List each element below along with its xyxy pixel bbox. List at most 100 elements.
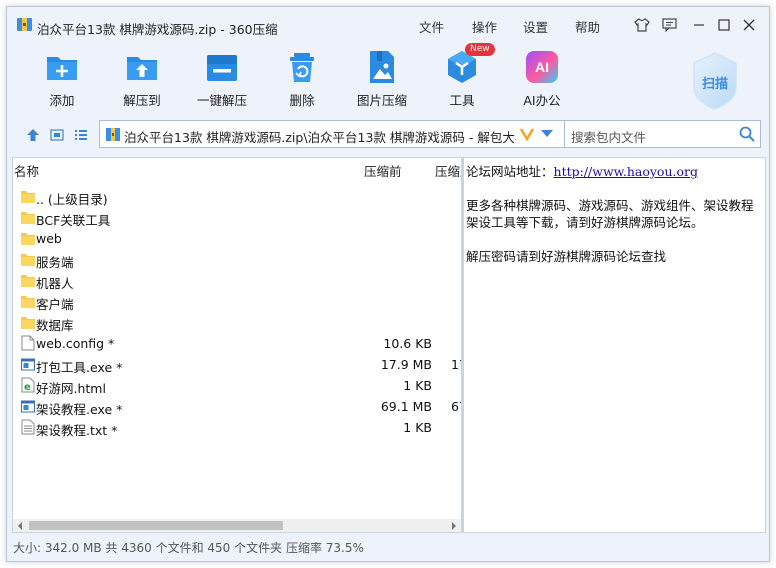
scroll-right-icon[interactable] (447, 519, 461, 532)
delete-label: 删除 (289, 93, 315, 108)
tools-button[interactable]: 工具 (422, 49, 502, 109)
file-row[interactable]: 客户端 (13, 291, 461, 312)
add-label: 添加 (49, 93, 75, 108)
close-icon[interactable] (740, 16, 758, 34)
scroll-left-icon[interactable] (13, 519, 27, 532)
window-title: 泊众平台13款 棋牌游戏源码.zip - 360压缩 (37, 22, 278, 37)
scan-label: 扫描 (701, 77, 728, 92)
file-row[interactable]: 服务端 (13, 249, 461, 270)
horizontal-scrollbar[interactable] (13, 519, 461, 532)
menu-file[interactable]: 文件 (419, 17, 444, 36)
delete-icon (290, 53, 314, 82)
add-icon (47, 57, 77, 80)
file-row[interactable]: 架设教程.exe * 69.1 MB 67 (13, 396, 461, 417)
file-name: 架设教程.txt * (36, 423, 118, 438)
file-row[interactable]: .. (上级目录) (13, 186, 461, 207)
skin-icon[interactable] (633, 16, 651, 34)
search-box[interactable]: 搜索包内文件 (565, 120, 761, 148)
one-click-extract-label: 一键解压 (196, 93, 247, 108)
ai-office-icon: AI (526, 51, 558, 83)
file-size: 69.1 MB (380, 399, 432, 414)
forum-link[interactable]: http://www.haoyou.org (554, 164, 698, 179)
title-bar: 泊众平台13款 棋牌游戏源码.zip - 360压缩 文件 操作 设置 帮助 (7, 7, 769, 41)
up-level-icon[interactable] (23, 125, 43, 145)
scan-button[interactable]: 扫描 (690, 51, 740, 111)
menu-settings[interactable]: 设置 (523, 17, 548, 36)
add-button[interactable]: 添加 (22, 49, 102, 109)
comment-pane: 论坛网站地址：http://www.haoyou.org 更多各种棋牌源码、游戏… (462, 157, 766, 533)
list-view-icon[interactable] (71, 125, 91, 145)
file-name: 架设教程.exe * (36, 402, 123, 417)
address-path: 泊众平台13款 棋牌游戏源码.zip\泊众平台13款 棋牌游戏源码 - 解包大小 (124, 130, 516, 145)
column-packed[interactable]: 压缩后 (435, 161, 461, 180)
column-size[interactable]: 压缩前 (364, 161, 402, 180)
column-name[interactable]: 名称 (14, 161, 39, 180)
extract-to-icon (127, 57, 157, 80)
file-name: 客户端 (36, 297, 74, 312)
menu-help[interactable]: 帮助 (575, 17, 600, 36)
file-packed-size: 67 (451, 399, 461, 414)
comment-line-4: 解压密码请到好游棋牌源码论坛查找 (466, 249, 667, 264)
extract-to-button[interactable]: 解压到 (102, 49, 182, 109)
sort-chevron-icon[interactable] (520, 125, 534, 143)
file-row[interactable]: BCF关联工具 (13, 207, 461, 228)
app-logo-icon (17, 18, 32, 31)
folder-icon (21, 272, 35, 288)
menu-operate[interactable]: 操作 (472, 17, 497, 36)
search-icon[interactable] (739, 126, 755, 142)
comment-site-label: 论坛网站地址： (466, 164, 554, 179)
file-row[interactable]: e 好游网.html 1 KB (13, 375, 461, 396)
minimize-icon[interactable] (690, 16, 708, 34)
maximize-icon[interactable] (715, 16, 733, 34)
file-size: 17.9 MB (380, 357, 432, 372)
image-compress-icon (370, 51, 394, 83)
file-name: 机器人 (36, 276, 74, 291)
scrollbar-thumb[interactable] (29, 521, 283, 530)
comment-site-line: 论坛网站地址：http://www.haoyou.org (466, 161, 698, 180)
one-click-extract-icon (207, 55, 237, 81)
new-badge: New (465, 43, 495, 56)
file-name: 打包工具.exe * (36, 360, 123, 375)
file-row[interactable]: 打包工具.exe * 17.9 MB 17 (13, 354, 461, 375)
one-click-extract-button[interactable]: 一键解压 (182, 49, 262, 109)
zip-archive-icon (106, 128, 120, 141)
feedback-icon[interactable] (660, 16, 678, 34)
image-compress-label: 图片压缩 (356, 93, 407, 108)
folder-icon (21, 293, 35, 309)
file-row[interactable]: 架设教程.txt * 1 KB (13, 417, 461, 438)
file-name: 数据库 (36, 318, 74, 333)
file-row[interactable]: web.config * 10.6 KB (13, 333, 461, 354)
file-size: 1 KB (403, 420, 432, 435)
file-name: web.config * (36, 336, 115, 351)
file-row[interactable]: 数据库 (13, 312, 461, 333)
extract-to-label: 解压到 (123, 93, 161, 108)
ai-office-button[interactable]: AI AI办公 (502, 49, 582, 109)
file-name: web (36, 231, 62, 246)
folder-icon (21, 230, 35, 246)
app-window: 泊众平台13款 棋牌游戏源码.zip - 360压缩 文件 操作 设置 帮助 添… (6, 6, 770, 562)
file-list[interactable]: 名称 压缩前 压缩后 .. (上级目录) BCF关联工具 web 服务端机器人客户端数… (12, 157, 462, 533)
ai-office-label: AI办公 (523, 93, 561, 108)
exe-file-icon (21, 398, 35, 414)
comment-line-3: 架设工具等下载，请到好游棋牌源码论坛。 (466, 215, 704, 230)
folder-icon (21, 188, 35, 204)
chevron-down-icon[interactable] (540, 129, 554, 139)
thumbnail-view-icon[interactable] (47, 125, 67, 145)
folder-icon (21, 209, 35, 225)
delete-button[interactable]: 删除 (262, 49, 342, 109)
file-size: 10.6 KB (383, 336, 432, 351)
file-size: 1 KB (403, 378, 432, 393)
config-file-icon (21, 335, 35, 351)
status-bar: 大小: 342.0 MB 共 4360 个文件和 450 个文件夹 压缩率 73… (13, 541, 364, 555)
image-compress-button[interactable]: 图片压缩 (342, 49, 422, 109)
file-name: .. (上级目录) (36, 192, 108, 207)
folder-icon (21, 251, 35, 267)
text-file-icon (21, 419, 35, 435)
file-name: 服务端 (36, 255, 74, 270)
file-name: BCF关联工具 (36, 213, 111, 228)
search-input[interactable]: 搜索包内文件 (571, 127, 646, 146)
address-bar[interactable]: 泊众平台13款 棋牌游戏源码.zip\泊众平台13款 棋牌游戏源码 - 解包大小 (99, 120, 565, 148)
file-row[interactable]: 机器人 (13, 270, 461, 291)
file-row[interactable]: web (13, 228, 461, 249)
svg-text:e: e (24, 382, 31, 393)
